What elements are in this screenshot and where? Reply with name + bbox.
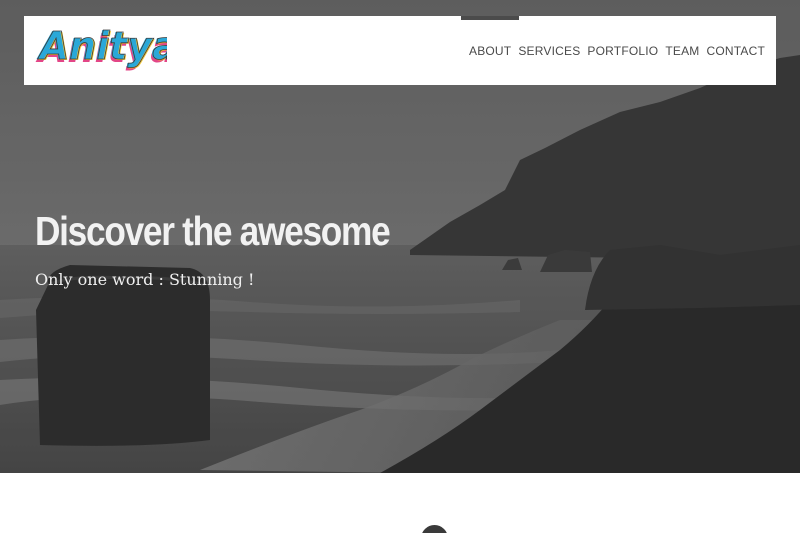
nav-label: ABOUT [468, 44, 512, 58]
nav-item-team[interactable]: TEAM [665, 16, 699, 85]
logo-text-outline: Anitya [37, 24, 167, 68]
nav-item-about[interactable]: ABOUT [460, 16, 520, 85]
nav-item-portfolio[interactable]: PORTFOLIO [587, 16, 658, 85]
header-bar: Anitya Anitya Anitya Anitya ABOUT SERVIC… [24, 16, 776, 85]
logo-mark: Anitya Anitya Anitya Anitya [35, 24, 167, 71]
nav-label: TEAM [665, 44, 700, 58]
main-navigation: ABOUT SERVICES PORTFOLIO TEAM CONTACT [460, 16, 765, 85]
scroll-down-button[interactable] [421, 525, 448, 533]
nav-label: PORTFOLIO [587, 44, 659, 58]
hero-title: Discover the awesome [35, 208, 391, 254]
nav-item-contact[interactable]: CONTACT [706, 16, 765, 85]
site-logo[interactable]: Anitya Anitya Anitya Anitya [35, 22, 167, 74]
nav-item-services[interactable]: SERVICES [518, 16, 580, 85]
nav-label: SERVICES [518, 44, 581, 58]
page: Discover the awesome Only one word : Stu… [0, 0, 800, 533]
hero-subtitle: Only one word : Stunning ! [35, 270, 255, 289]
nav-label: CONTACT [706, 44, 765, 58]
content-section [0, 473, 800, 533]
